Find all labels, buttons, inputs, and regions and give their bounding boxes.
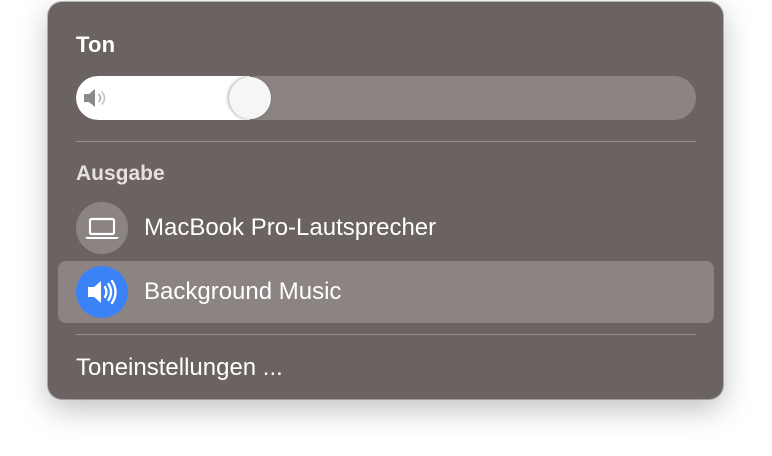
device-item-macbook-speakers[interactable]: MacBook Pro-Lautsprecher — [58, 197, 714, 259]
speaker-icon — [88, 279, 117, 305]
sound-title: Ton — [76, 32, 116, 57]
sound-settings-link[interactable]: Toneinstellungen ... — [76, 354, 283, 382]
divider — [76, 334, 696, 335]
laptop-icon — [85, 217, 119, 239]
volume-speaker-icon — [84, 89, 106, 107]
device-icon-circle — [76, 202, 128, 254]
device-item-background-music[interactable]: Background Music — [58, 261, 714, 323]
output-heading: Ausgabe — [76, 162, 165, 185]
device-label: MacBook Pro-Lautsprecher — [144, 214, 437, 241]
device-icon-circle — [76, 266, 128, 318]
volume-slider-knob[interactable] — [229, 77, 271, 119]
volume-slider-fill — [76, 76, 250, 120]
device-label: Background Music — [144, 278, 342, 305]
volume-slider[interactable] — [76, 76, 696, 120]
sound-menu-panel: Ton Ausgabe MacBook Pro-Lautsprecher Bac… — [48, 2, 723, 399]
divider — [76, 141, 696, 142]
